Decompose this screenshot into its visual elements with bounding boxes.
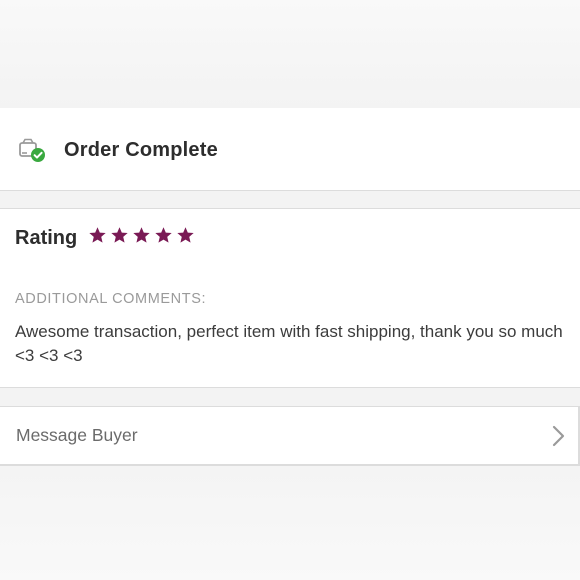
star-icon	[89, 227, 106, 243]
star-icon	[133, 227, 150, 243]
footer-spacer	[0, 466, 580, 580]
section-divider	[0, 388, 580, 407]
order-status-title: Order Complete	[64, 139, 218, 161]
comments-heading: ADDITIONAL COMMENTS:	[15, 291, 207, 307]
section-divider	[0, 191, 580, 209]
chevron-right-icon	[552, 425, 566, 447]
star-icon	[155, 227, 172, 243]
star-icon	[177, 227, 194, 243]
order-feedback-screen: Order Complete Rating ADDITIONAL COMMENT…	[0, 0, 580, 580]
star-rating	[88, 226, 195, 245]
message-buyer-button[interactable]: Message Buyer	[0, 407, 580, 466]
rating-label: Rating	[15, 227, 78, 249]
rating-card: Rating ADDITIONAL COMMENTS: Awesome tran…	[0, 209, 580, 388]
star-icon	[111, 227, 128, 243]
message-buyer-label: Message Buyer	[16, 425, 138, 445]
header-spacer	[0, 0, 580, 108]
package-check-icon	[18, 138, 48, 164]
order-status-card: Order Complete	[0, 108, 580, 191]
comments-text: Awesome transaction, perfect item with f…	[15, 322, 563, 365]
